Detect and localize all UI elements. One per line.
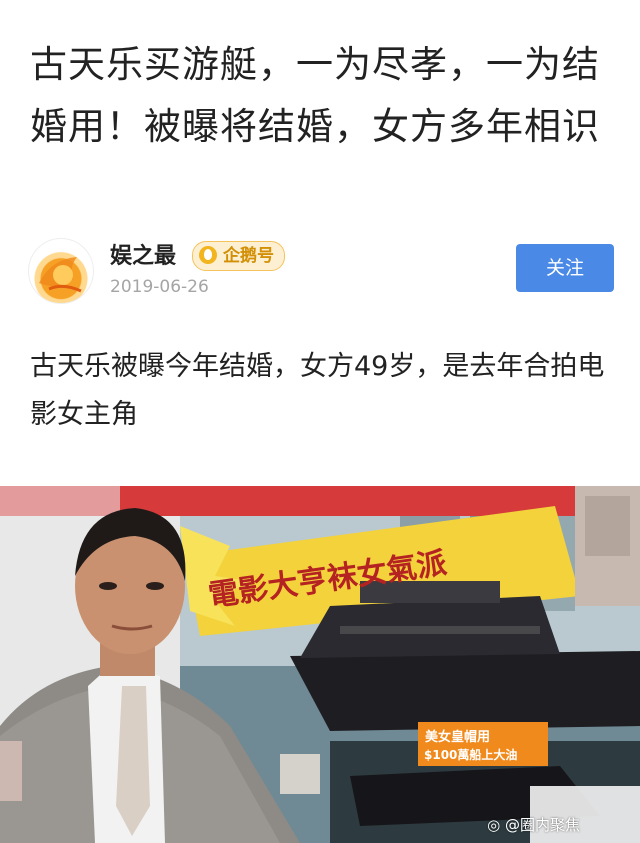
- caption-line-2: $100萬船上大油: [424, 747, 517, 762]
- weibo-watermark: ◎ @圈内聚焦: [487, 814, 580, 835]
- avatar-logo-icon: [39, 257, 82, 293]
- verified-badge: 企鹅号: [192, 241, 285, 271]
- follow-button[interactable]: 关注: [516, 244, 614, 292]
- weibo-icon: ◎: [487, 816, 501, 834]
- author-name[interactable]: 娱之最: [110, 238, 176, 270]
- article-subtitle: 古天乐被曝今年结婚，女方49岁，是去年合拍电影女主角: [30, 351, 605, 430]
- publish-date: 2019-06-26: [110, 277, 209, 297]
- magazine-photo-graphic: 電影大亨袜女氣派 美女皇帽用 $100萬船上大油: [0, 486, 640, 843]
- article-photo[interactable]: 電影大亨袜女氣派 美女皇帽用 $100萬船上大油 ◎ @圈内聚焦: [0, 486, 640, 843]
- author-row: 娱之最 企鹅号 2019-06-26 关注: [28, 236, 614, 304]
- badge-label: 企鹅号: [223, 246, 274, 266]
- article-title: 古天乐买游艇，一为尽孝，一为结婚用！被曝将结婚，女方多年相识: [30, 43, 600, 148]
- penguin-icon: [199, 246, 217, 264]
- caption-line-1: 美女皇帽用: [425, 729, 490, 745]
- author-avatar[interactable]: [28, 238, 94, 304]
- watermark-text: @圈内聚焦: [504, 816, 580, 834]
